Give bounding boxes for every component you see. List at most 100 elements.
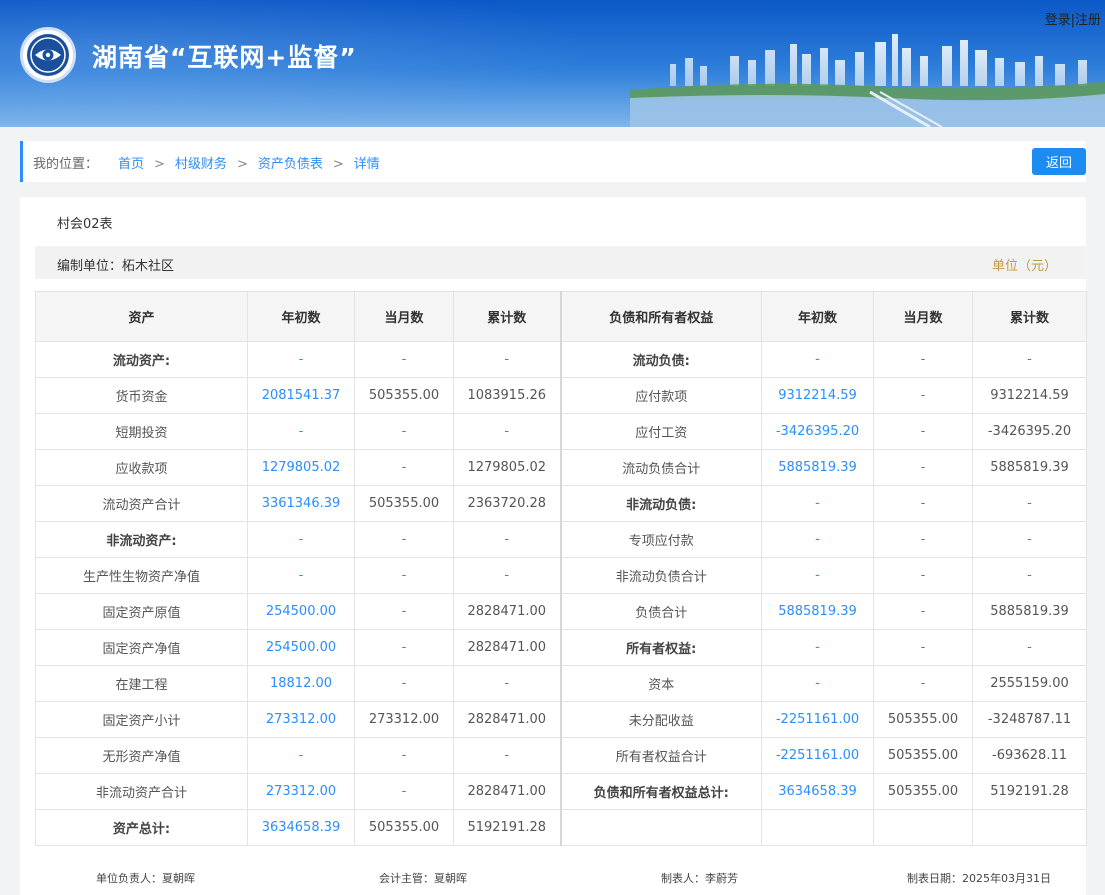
table-row: 无形资产净值 - - - 所有者权益合计 -2251161.00 505355.00 -693… bbox=[35, 737, 1087, 774]
table-cell: 5885819.39 bbox=[972, 593, 1087, 630]
table-cell: - bbox=[354, 557, 454, 594]
table-cell[interactable]: - bbox=[761, 521, 874, 558]
eye-icon bbox=[30, 37, 66, 73]
currency-unit: 单位（元） bbox=[991, 259, 1057, 274]
table-cell: 生产性生物资产净值 bbox=[35, 557, 248, 594]
table-row: 货币资金 2081541.37 505355.00 1083915.26 应付款项 931… bbox=[35, 377, 1087, 414]
table-cell: 2828471.00 bbox=[453, 629, 561, 666]
table-cell: 应付工资 bbox=[559, 413, 762, 450]
table-cell[interactable]: -2251161.00 bbox=[761, 701, 874, 738]
table-cell: 1279805.02 bbox=[453, 449, 561, 486]
chief-accountant: 会计主管：夏朝晖 bbox=[379, 872, 467, 885]
table-cell[interactable]: 3634658.39 bbox=[761, 773, 874, 810]
table-cell: 非流动资产: bbox=[35, 521, 248, 558]
table-cell[interactable]: 273312.00 bbox=[247, 701, 355, 738]
table-cell: 2828471.00 bbox=[453, 593, 561, 630]
back-button[interactable]: 返回 bbox=[1032, 148, 1086, 175]
table-cell: 非流动资产合计 bbox=[35, 773, 248, 810]
table-cell: - bbox=[873, 629, 973, 666]
breadcrumb-balance-sheet[interactable]: 资产负债表 bbox=[258, 157, 323, 172]
table-cell[interactable]: 1279805.02 bbox=[247, 449, 355, 486]
table-row: 固定资产净值 254500.00-2828471.00 所有者权益: - - - bbox=[35, 629, 1087, 666]
table-cell: 1083915.26 bbox=[453, 377, 561, 414]
table-row: 流动资产: - - - 流动负债: - - - bbox=[35, 341, 1087, 378]
table-cell: - bbox=[972, 341, 1087, 378]
table-cell: 2828471.00 bbox=[453, 773, 561, 810]
table-cell: 在建工程 bbox=[35, 665, 248, 702]
table-cell[interactable]: 2081541.37 bbox=[247, 377, 355, 414]
table-cell[interactable]: 273312.00 bbox=[247, 773, 355, 810]
table-cell[interactable]: 9312214.59 bbox=[761, 377, 874, 414]
table-cell[interactable]: 3361346.39 bbox=[247, 485, 355, 522]
reporting-unit: 编制单位：柘木社区 bbox=[57, 259, 175, 274]
table-cell[interactable]: 254500.00 bbox=[247, 593, 355, 630]
table-cell[interactable]: - bbox=[761, 557, 874, 594]
table-cell[interactable]: - bbox=[247, 521, 355, 558]
table-cell[interactable]: 254500.00 bbox=[247, 629, 355, 666]
site-header: 湖南省“互联网+监督” 登录|注册 bbox=[0, 0, 1105, 127]
table-cell: - bbox=[354, 593, 454, 630]
table-cell: - bbox=[972, 629, 1087, 666]
column-header: 年初数 bbox=[247, 291, 355, 342]
balance-sheet-table: 资产 年初数 当月数 累计数 负债和所有者权益 年初数 当月数 累计数 流动资产: - - - 流动负… bbox=[35, 291, 1087, 846]
table-cell: 固定资产净值 bbox=[35, 629, 248, 666]
table-cell: 2363720.28 bbox=[453, 485, 561, 522]
table-cell[interactable]: 3634658.39 bbox=[247, 809, 355, 846]
table-row: 非流动资产: - - - 专项应付款 - - - bbox=[35, 521, 1087, 558]
table-cell[interactable]: - bbox=[247, 737, 355, 774]
breadcrumb: 首页 > 村级财务 > 资产负债表 > 详情 bbox=[118, 153, 380, 172]
table-cell: 505355.00 bbox=[354, 809, 454, 846]
table-cell[interactable]: - bbox=[761, 665, 874, 702]
table-cell: 应收款项 bbox=[35, 449, 248, 486]
table-cell: - bbox=[873, 557, 973, 594]
register-link[interactable]: 注册 bbox=[1075, 13, 1101, 28]
login-register: 登录|注册 bbox=[1045, 9, 1101, 28]
table-cell[interactable]: - bbox=[247, 341, 355, 378]
column-header: 当月数 bbox=[354, 291, 454, 342]
table-cell: 9312214.59 bbox=[972, 377, 1087, 414]
table-cell[interactable]: 5885819.39 bbox=[761, 593, 874, 630]
table-cell[interactable]: - bbox=[761, 341, 874, 378]
table-cell[interactable]: 18812.00 bbox=[247, 665, 355, 702]
breadcrumb-detail[interactable]: 详情 bbox=[354, 157, 380, 172]
table-cell[interactable]: - bbox=[247, 413, 355, 450]
site-logo[interactable] bbox=[20, 27, 76, 83]
table-cell: - bbox=[354, 521, 454, 558]
table-cell: - bbox=[453, 737, 561, 774]
column-header: 资产 bbox=[35, 291, 248, 342]
column-header: 负债和所有者权益 bbox=[559, 291, 762, 342]
table-cell bbox=[559, 809, 762, 846]
table-cell[interactable]: - bbox=[247, 557, 355, 594]
table-cell bbox=[972, 809, 1087, 846]
table-cell: 505355.00 bbox=[354, 377, 454, 414]
login-link[interactable]: 登录 bbox=[1045, 13, 1071, 28]
table-cell[interactable]: - bbox=[761, 485, 874, 522]
table-cell: - bbox=[873, 521, 973, 558]
table-cell: 流动资产合计 bbox=[35, 485, 248, 522]
table-cell: 短期投资 bbox=[35, 413, 248, 450]
table-cell: - bbox=[873, 413, 973, 450]
breadcrumb-home[interactable]: 首页 bbox=[118, 157, 144, 172]
table-cell: 2828471.00 bbox=[453, 701, 561, 738]
table-cell: - bbox=[873, 377, 973, 414]
table-cell: 流动负债合计 bbox=[559, 449, 762, 486]
table-cell: 资本 bbox=[559, 665, 762, 702]
table-cell: - bbox=[453, 521, 561, 558]
table-cell: - bbox=[453, 341, 561, 378]
table-cell bbox=[761, 809, 874, 846]
table-cell: - bbox=[354, 665, 454, 702]
table-cell[interactable]: -3426395.20 bbox=[761, 413, 874, 450]
table-row: 流动资产合计 3361346.39 505355.00 2363720.28 非流动负债… bbox=[35, 485, 1087, 522]
table-cell: 2555159.00 bbox=[972, 665, 1087, 702]
table-cell: -3426395.20 bbox=[972, 413, 1087, 450]
breadcrumb-village-finance[interactable]: 村级财务 bbox=[175, 157, 227, 172]
table-cell[interactable]: -2251161.00 bbox=[761, 737, 874, 774]
table-cell[interactable]: - bbox=[761, 629, 874, 666]
table-cell: 应付款项 bbox=[559, 377, 762, 414]
table-cell: - bbox=[873, 485, 973, 522]
table-cell: - bbox=[873, 665, 973, 702]
table-cell: - bbox=[453, 413, 561, 450]
table-cell: 273312.00 bbox=[354, 701, 454, 738]
table-cell[interactable]: 5885819.39 bbox=[761, 449, 874, 486]
table-cell: - bbox=[972, 521, 1087, 558]
